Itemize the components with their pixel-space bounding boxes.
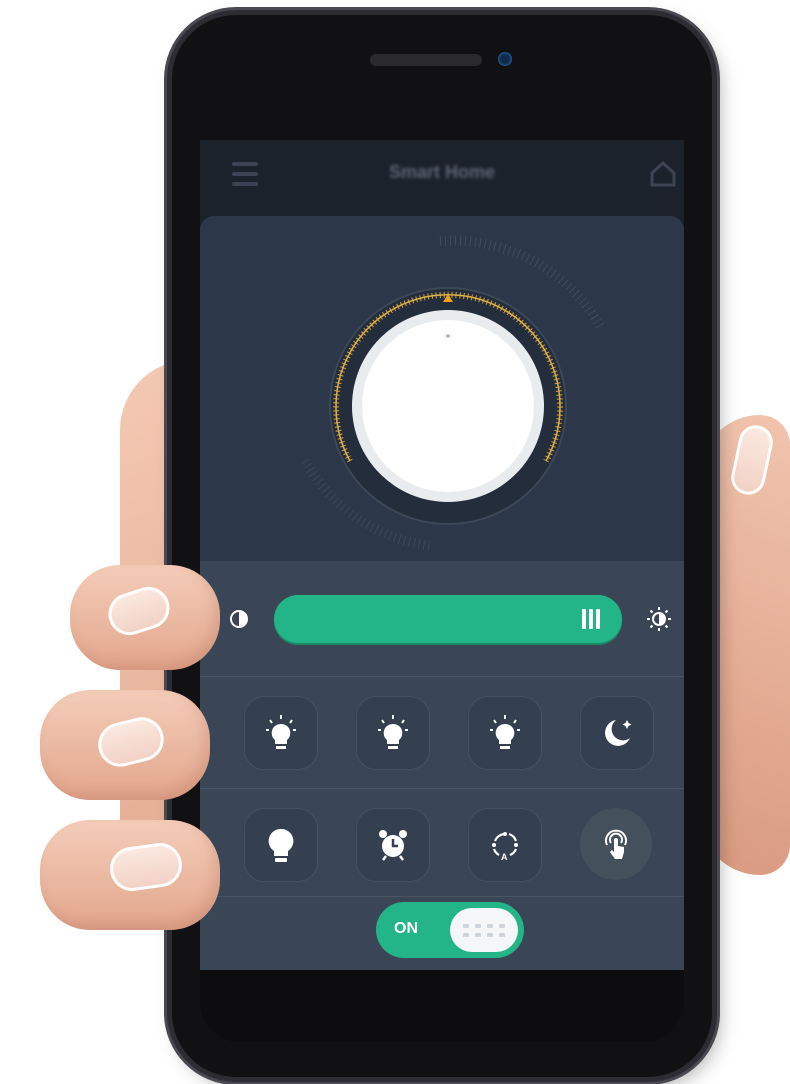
scene-button-alarm[interactable] (356, 808, 430, 882)
scene-button-bulb-1[interactable] (244, 696, 318, 770)
scene-button-bulb-3[interactable] (468, 696, 542, 770)
divider (200, 788, 684, 789)
bulb-icon (266, 715, 296, 749)
bulb-icon (378, 715, 408, 749)
app-title: Smart Home (388, 162, 496, 182)
power-side-button (712, 215, 718, 290)
moon-icon (605, 720, 632, 746)
phone-chin (200, 970, 684, 1042)
scene-button-bulb-2[interactable] (356, 696, 430, 770)
brightness-low-icon (230, 610, 248, 628)
app-header: Smart Home (200, 140, 684, 216)
alarm-clock-icon (379, 830, 407, 861)
svg-text:A: A (501, 852, 508, 862)
divider (200, 896, 684, 897)
phone-screen: Smart Home A ON (200, 140, 684, 970)
power-toggle[interactable]: ON (376, 902, 524, 958)
slider-handle[interactable] (582, 609, 604, 629)
scene-button-night[interactable] (580, 696, 654, 770)
auto-cycle-icon: A (492, 832, 518, 862)
bulb-filled-icon (268, 828, 294, 862)
brightness-slider[interactable] (274, 595, 622, 643)
divider (200, 676, 684, 677)
earpiece-speaker (370, 54, 482, 66)
power-toggle-label: ON (394, 920, 418, 937)
scene-button-auto[interactable]: A (468, 808, 542, 882)
scene-button-touch[interactable] (580, 808, 652, 880)
scene-button-light[interactable] (244, 808, 318, 882)
front-camera (498, 52, 512, 66)
home-icon[interactable] (648, 158, 678, 188)
toggle-knob[interactable] (450, 908, 518, 952)
touch-icon (605, 829, 627, 859)
bulb-icon (490, 715, 520, 749)
brightness-high-icon (647, 607, 671, 631)
brightness-dial[interactable] (200, 216, 684, 561)
